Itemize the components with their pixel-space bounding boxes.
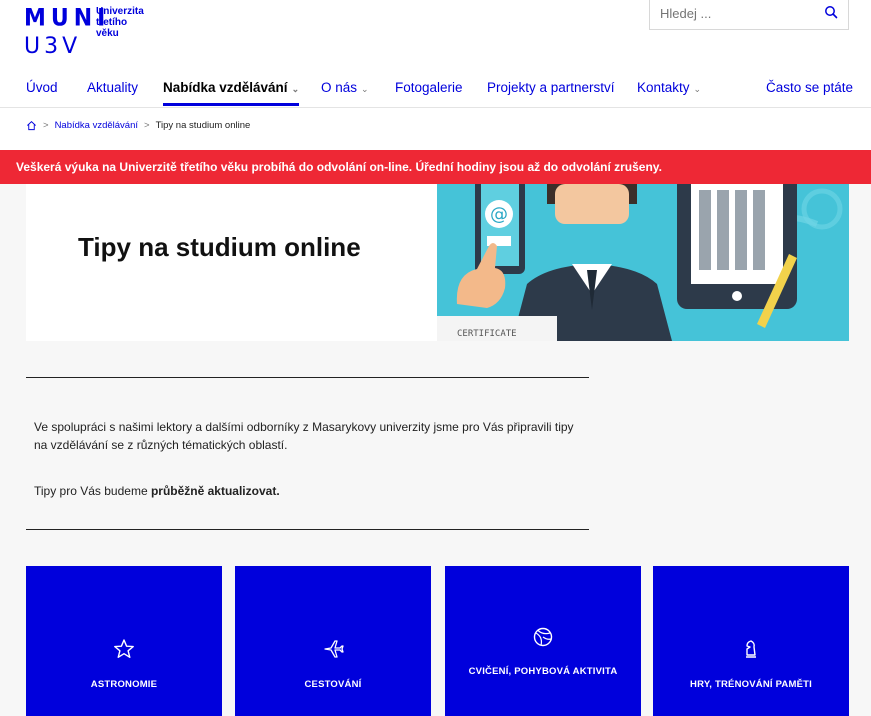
alert-banner: Veškerá výuka na Univerzitě třetího věku… [0,150,871,184]
nav-item-label: Kontakty [637,80,690,95]
main-nav: Úvod Aktuality Nabídka vzdělávání ⌄ O nás… [0,74,871,108]
nav-item-casto-se-ptate[interactable]: Často se ptáte [766,80,853,106]
hero-banner: Tipy na studium online @ CERTIFICATE [26,184,849,341]
breadcrumb-current: Tipy na studium online [155,120,251,131]
nav-item-o-nas[interactable]: O nás ⌄ [321,80,369,106]
logo-subtitle: Univerzita třetího věku [96,6,144,39]
nav-item-label: Nabídka vzdělávání [163,80,288,95]
breadcrumb-separator: > [43,120,49,131]
nav-item-label: O nás [321,80,358,95]
main-content: Tipy na studium online @ CERTIFICATE Ve … [0,184,871,716]
logo-subtitle-line: Univerzita [96,6,144,17]
airplane-icon [324,640,344,658]
nav-item-label: Aktuality [87,80,139,95]
nav-item-label: Projekty a partnerství [487,80,615,95]
nav-item-aktuality[interactable]: Aktuality [87,80,138,106]
page-title: Tipy na studium online [78,232,361,262]
breadcrumb-separator: > [144,120,150,131]
tile-label: HRY, TRÉNOVÁNÍ PAMĚTI [690,679,812,690]
divider [26,377,589,378]
nav-item-uvod[interactable]: Úvod [26,80,58,106]
intro-note: Tipy pro Vás budeme průběžně aktualizova… [34,484,280,498]
search-input[interactable] [660,4,810,22]
chevron-down-icon: ⌄ [693,84,702,94]
chevron-down-icon: ⌄ [361,84,369,94]
site-header: MUNI U3V Univerzita třetího věku [0,0,871,70]
logo-subtitle-line: třetího [96,17,128,28]
nav-item-nabidka-vzdelavani[interactable]: Nabídka vzdělávání ⌄ [163,80,300,106]
tile-label: CESTOVÁNÍ [304,679,362,690]
logo-subtitle-line: věku [96,28,119,39]
intro-note-text: Tipy pro Vás budeme [34,484,151,498]
tile-label: ASTRONOMIE [90,679,158,690]
breadcrumb-link[interactable]: Nabídka vzdělávání [55,120,138,131]
tile-cviceni[interactable]: CVIČENÍ, POHYBOVÁ AKTIVITA [445,566,641,716]
divider [26,529,589,530]
nav-item-projekty[interactable]: Projekty a partnerství [487,80,615,106]
nav-item-fotogalerie[interactable]: Fotogalerie [395,80,463,106]
muni-u3v-logo[interactable]: MUNI U3V Univerzita třetího věku [24,4,164,64]
chess-icon [746,640,756,658]
intro-note-bold: průběžně aktualizovat. [150,484,280,498]
nav-item-label: Často se ptáte [766,80,854,95]
search-icon[interactable] [824,5,838,19]
logo-u3v-text: U3V [24,34,82,59]
nav-item-kontakty[interactable]: Kontakty ⌄ [637,80,701,106]
nav-item-label: Úvod [26,80,58,95]
star-icon [114,639,134,658]
search-box [649,0,849,30]
home-icon[interactable] [26,120,37,131]
at-sign-icon: @ [490,204,508,225]
nav-item-label: Fotogalerie [395,80,463,95]
tile-astronomie[interactable]: ASTRONOMIE [26,566,222,716]
intro-paragraph: Ve spolupráci s našimi lektory a dalšími… [34,420,574,452]
ball-icon [533,627,553,647]
tile-label: CVIČENÍ, POHYBOVÁ AKTIVITA [468,666,618,677]
certificate-text: CERTIFICATE [457,329,517,339]
tile-hry[interactable]: HRY, TRÉNOVÁNÍ PAMĚTI [653,566,849,716]
hero-illustration: @ CERTIFICATE [437,184,849,341]
tile-cestovani[interactable]: CESTOVÁNÍ [235,566,431,716]
chevron-down-icon: ⌄ [291,84,300,94]
breadcrumb: > Nabídka vzdělávání > Tipy na studium o… [26,120,250,131]
